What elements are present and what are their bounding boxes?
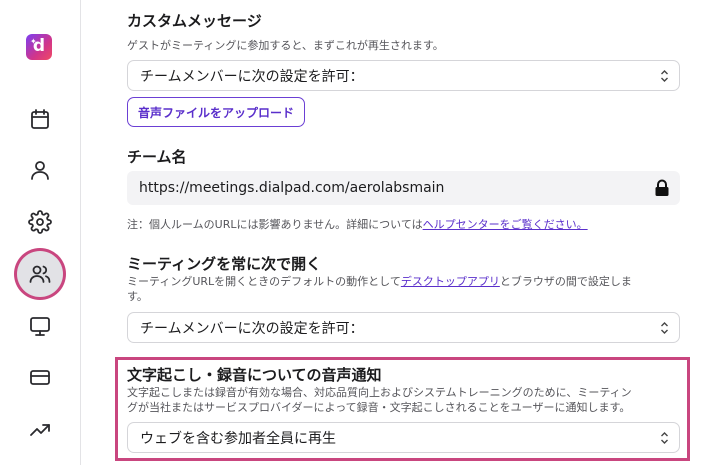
team-name-note-text: 注：個人ルームのURLには影響ありません。詳細については [127,218,423,231]
team-url-value: https://meetings.dialpad.com/aerolabsmai… [139,180,445,196]
custom-message-select[interactable]: チームメンバーに次の設定を許可： [127,60,680,91]
sidebar-item-settings[interactable] [16,198,64,246]
transcription-notice-description-line1: 文字起こしまたは録音が有効な場合、対応品質向上およびシステムトレーニングのために… [127,386,632,399]
custom-message-select-value: チームメンバーに次の設定を許可： [140,68,364,85]
sidebar: ✦ d [0,0,81,465]
chevron-up-down-icon [660,321,669,335]
gear-icon [28,210,52,234]
sidebar-item-devices[interactable] [16,302,64,350]
open-meetings-select-value: チームメンバーに次の設定を許可： [140,320,364,337]
monitor-icon [30,317,50,336]
transcription-notice-select[interactable]: ウェブを含む参加者全員に再生 [127,422,680,453]
open-meetings-select[interactable]: チームメンバーに次の設定を許可： [127,312,680,343]
team-name-title: チーム名 [127,148,187,166]
custom-message-title: カスタムメッセージ [127,12,262,30]
transcription-notice-title: 文字起こし・録音についての音声通知 [127,366,382,384]
upload-audio-button[interactable]: 音声ファイルをアップロード [127,97,305,127]
team-url-field: https://meetings.dialpad.com/aerolabsmai… [127,171,680,205]
users-icon [29,265,51,283]
sidebar-item-analytics[interactable] [16,406,64,454]
credit-card-icon [30,370,50,385]
help-center-link[interactable]: ヘルプセンターをご覧ください。 [423,218,588,231]
lock-icon [655,179,669,196]
open-meetings-title: ミーティングを常に次で開く [127,255,322,273]
chevron-up-down-icon [660,431,669,445]
open-meetings-desc-suffix: とブラウザの間で設定しま [499,275,632,288]
user-icon [31,161,49,180]
trending-up-icon [30,424,50,436]
desktop-app-link[interactable]: デスクトップアプリ [401,275,500,288]
sidebar-item-calendar[interactable] [16,95,64,143]
calendar-icon [31,109,49,129]
dialpad-logo[interactable]: ✦ d [26,34,52,60]
transcription-notice-description-line2: グが当社またはサービスプロバイダーによって録音・文字起こしされることをユーザーに… [127,401,631,414]
sidebar-item-profile[interactable] [16,146,64,194]
team-name-note: 注：個人ルームのURLには影響ありません。詳細についてはヘルプセンターをご覧くだ… [127,217,588,232]
sparkle-icon: ✦ [30,37,37,46]
transcription-notice-select-value: ウェブを含む参加者全員に再生 [140,430,336,447]
settings-content: カスタムメッセージ ゲストがミーティングに参加すると、まずこれが再生されます。 … [80,0,722,465]
open-meetings-description-line2: す。 [127,290,148,303]
open-meetings-desc-text: ミーティングURLを開くときのデフォルトの動作として [127,275,401,288]
sidebar-item-billing[interactable] [16,353,64,401]
open-meetings-description: ミーティングURLを開くときのデフォルトの動作としてデスクトップアプリとブラウザ… [127,274,632,289]
chevron-up-down-icon [660,69,669,83]
sidebar-item-team[interactable] [17,251,63,297]
custom-message-description: ゲストがミーティングに参加すると、まずこれが再生されます。 [127,39,444,52]
